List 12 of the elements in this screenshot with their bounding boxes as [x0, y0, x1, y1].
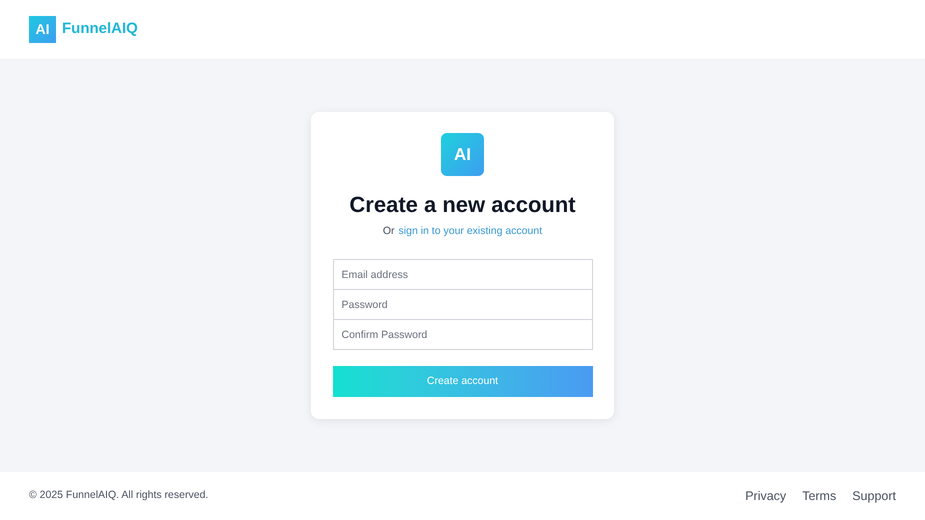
- subtitle-text: Or: [382, 224, 395, 238]
- page-title: Create a new account: [349, 191, 576, 219]
- footer-link[interactable]: Support: [852, 486, 896, 506]
- brand-name: FunnelAIQ: [62, 19, 138, 40]
- input-field[interactable]: Confirm Password: [332, 319, 592, 350]
- footer-link[interactable]: Terms: [802, 486, 836, 506]
- logo-mark: AI: [29, 16, 56, 43]
- input-field[interactable]: Email address: [332, 259, 592, 290]
- footer-link[interactable]: Privacy: [745, 486, 786, 506]
- copyright-text: © 2025 FunnelAIQ. All rights reserved.: [29, 488, 208, 504]
- logo-mark: AI: [441, 133, 484, 176]
- input-field[interactable]: Password: [332, 289, 592, 320]
